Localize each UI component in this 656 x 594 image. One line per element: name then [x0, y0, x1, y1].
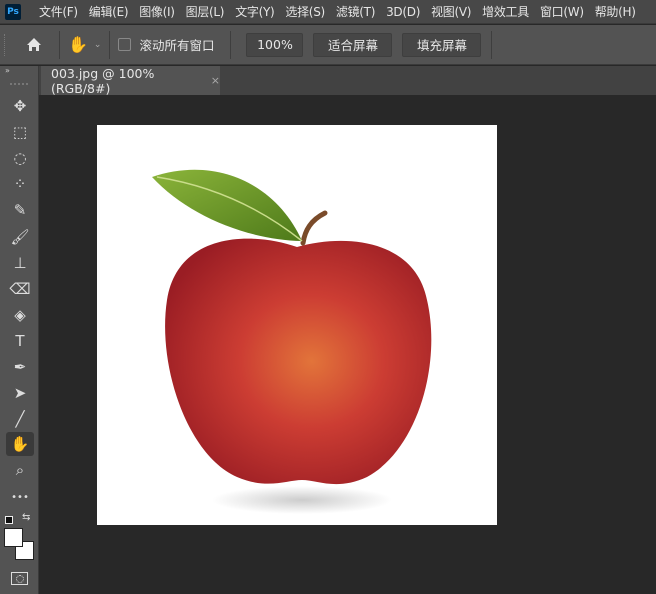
path-select-tool[interactable]: ➤	[6, 381, 34, 405]
document-tab[interactable]: 003.jpg @ 100%(RGB/8#) ×	[41, 65, 220, 96]
panel-grip[interactable]	[10, 83, 28, 85]
quick-mask-button[interactable]	[11, 572, 28, 585]
brush-icon: 🖌	[10, 228, 30, 246]
menu-view[interactable]: 视图(V)	[431, 3, 471, 20]
menu-edit[interactable]: 编辑(E)	[89, 3, 129, 20]
default-colors-icon[interactable]	[5, 516, 13, 524]
line-tool[interactable]: ╱	[6, 407, 34, 431]
menu-3d[interactable]: 3D(D)	[386, 5, 420, 19]
more-icon: •••	[11, 491, 29, 503]
scroll-all-windows-checkbox[interactable]	[118, 38, 132, 51]
divider	[109, 30, 111, 59]
close-icon[interactable]: ×	[211, 74, 220, 87]
collapse-panel-icon[interactable]: »	[5, 66, 10, 75]
divider	[230, 30, 232, 59]
scroll-all-windows-label: 滚动所有窗口	[139, 38, 215, 53]
document-tab-title: 003.jpg @ 100%(RGB/8#)	[51, 65, 155, 96]
stamp-tool[interactable]: ⊥	[6, 251, 34, 275]
eyedropper-tool[interactable]: ✎	[6, 198, 34, 222]
menu-layer[interactable]: 图层(L)	[186, 3, 225, 20]
lasso-tool[interactable]: ◌	[6, 146, 34, 170]
quick-mask-icon	[15, 574, 24, 583]
menu-window[interactable]: 窗口(W)	[540, 3, 584, 20]
home-icon	[27, 38, 41, 51]
apple-image	[152, 169, 432, 514]
menu-type[interactable]: 文字(Y)	[235, 3, 275, 20]
tool-preset-picker[interactable]: ✋ ⌄	[68, 35, 101, 54]
hand-icon: ✋	[68, 35, 88, 54]
paint-bucket-tool[interactable]: ◈	[6, 303, 34, 327]
pen-icon: ✒	[13, 358, 27, 376]
swap-colors-icon[interactable]: ⇆	[22, 512, 30, 523]
menu-bar: Ps 文件(F) 编辑(E) 图像(I) 图层(L) 文字(Y) 选择(S) 滤…	[0, 0, 656, 24]
menu-image[interactable]: 图像(I)	[139, 3, 175, 20]
eyedropper-icon: ✎	[13, 201, 27, 219]
type-tool[interactable]: T	[6, 329, 34, 353]
options-bar: ✋ ⌄ 滚动所有窗口 100% 适合屏幕 填充屏幕	[0, 25, 656, 65]
document-tab-bar: 003.jpg @ 100%(RGB/8#) ×	[39, 65, 656, 96]
hand-tool[interactable]: ✋	[6, 432, 34, 456]
eraser-tool[interactable]: ⌫	[6, 277, 34, 301]
type-icon: T	[15, 332, 25, 350]
divider	[491, 30, 493, 59]
home-button[interactable]	[17, 37, 51, 52]
menu-select[interactable]: 选择(S)	[285, 3, 325, 20]
document-canvas-apple-image[interactable]	[97, 125, 497, 525]
marquee-icon: ⬚	[12, 123, 28, 141]
zoom-icon: ⌕	[15, 461, 25, 479]
menu-help[interactable]: 帮助(H)	[595, 3, 636, 20]
menu-filter[interactable]: 滤镜(T)	[336, 3, 376, 20]
divider	[59, 30, 60, 59]
pen-tool[interactable]: ✒	[6, 355, 34, 379]
paint-bucket-icon: ◈	[14, 306, 26, 324]
move-tool[interactable]: ✥	[6, 94, 34, 118]
zoom-100-button[interactable]: 100%	[246, 32, 304, 57]
lasso-icon: ◌	[13, 149, 27, 167]
brush-tool[interactable]: 🖌	[6, 225, 34, 249]
foreground-color-swatch[interactable]	[4, 528, 23, 547]
zoom-tool[interactable]: ⌕	[6, 458, 34, 482]
menu-plugins[interactable]: 增效工具	[482, 3, 529, 20]
path-select-icon: ➤	[13, 384, 27, 402]
eraser-icon: ⌫	[9, 280, 31, 298]
hand-icon: ✋	[10, 435, 30, 453]
line-icon: ╱	[15, 410, 25, 428]
move-icon: ✥	[13, 97, 27, 115]
stamp-icon: ⊥	[13, 254, 27, 272]
menu-file[interactable]: 文件(F)	[39, 3, 78, 20]
quick-select-icon: ⁘	[13, 175, 27, 193]
chevron-down-icon: ⌄	[93, 39, 102, 50]
fit-screen-button[interactable]: 适合屏幕	[313, 32, 393, 57]
photoshop-logo[interactable]: Ps	[5, 3, 21, 20]
tools-panel: » ✥ ⬚ ◌ ⁘ ✎ 🖌 ⊥ ⌫ ◈ T ✒ ➤ ╱ ✋ ⌕ ••• ⇆	[0, 66, 39, 594]
grip-handle[interactable]	[4, 33, 7, 56]
fill-screen-button[interactable]: 填充屏幕	[402, 32, 482, 57]
quick-select-tool[interactable]: ⁘	[6, 172, 34, 196]
more-tools[interactable]: •••	[6, 485, 34, 509]
marquee-tool[interactable]: ⬚	[6, 120, 34, 144]
